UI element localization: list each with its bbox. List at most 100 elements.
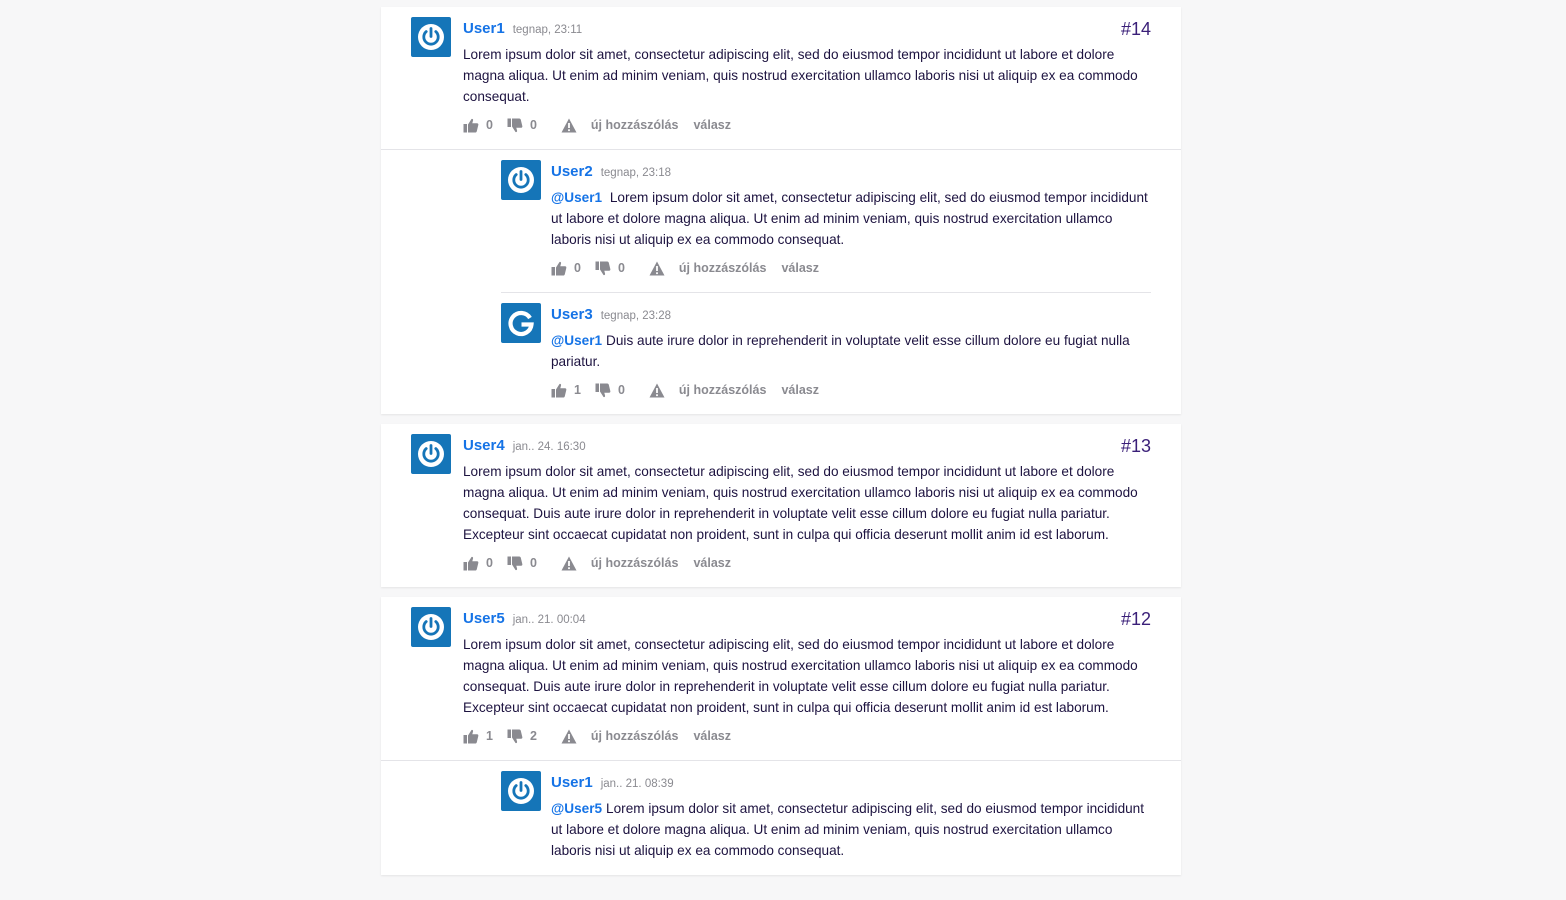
comment: #13 User4 jan.. 24. 16:30 Lorem ipsum do…: [381, 424, 1181, 587]
power-icon: [418, 614, 444, 640]
warning-icon: [649, 383, 665, 397]
avatar[interactable]: [501, 160, 541, 200]
reply: User3 tegnap, 23:28 @User1 Duis aute irur…: [501, 292, 1151, 414]
reply-link[interactable]: válasz: [693, 118, 731, 132]
thumbs-up-icon: [463, 556, 479, 570]
comment-feed: #14 User1 tegnap, 23:11 Lorem ipsum dolo…: [381, 7, 1181, 885]
dislike-button[interactable]: 0: [507, 556, 537, 571]
mention-link[interactable]: @User5: [551, 801, 602, 816]
timestamp: tegnap, 23:18: [600, 167, 672, 179]
dislike-count: 0: [617, 383, 625, 397]
thumbs-up-icon: [551, 383, 567, 397]
username[interactable]: User2: [551, 160, 593, 184]
username[interactable]: User1: [551, 771, 593, 795]
like-button[interactable]: 0: [463, 556, 493, 571]
new-post-link[interactable]: új hozzászólás: [591, 118, 679, 132]
dislike-count: 0: [529, 556, 537, 570]
username[interactable]: User5: [463, 607, 505, 631]
like-count: 0: [486, 556, 493, 570]
report-button[interactable]: [649, 261, 665, 276]
comment-text: @User1 Duis aute irure dolor in reprehend…: [551, 330, 1151, 372]
avatar[interactable]: [411, 17, 451, 57]
report-button[interactable]: [561, 118, 577, 133]
reply-link[interactable]: válasz: [781, 383, 819, 397]
comment-actions: 1 2 új hozzászólás válasz: [463, 726, 1151, 746]
dislike-count: 0: [529, 118, 537, 132]
avatar[interactable]: [501, 771, 541, 811]
dislike-count: 2: [529, 729, 537, 743]
power-icon: [418, 441, 444, 467]
comment-thread: #12 User5 jan.. 21. 00:04 Lorem ipsum do…: [381, 597, 1181, 875]
reply-link[interactable]: válasz: [693, 556, 731, 570]
reply: User2 tegnap, 23:18 @User1 Lorem ipsum d…: [501, 150, 1151, 292]
timestamp: tegnap, 23:28: [600, 310, 672, 322]
new-post-link[interactable]: új hozzászólás: [679, 383, 767, 397]
comment-actions: 0 0 új hozzászólás válasz: [551, 258, 1151, 278]
like-button[interactable]: 0: [463, 118, 493, 133]
power-icon: [508, 167, 534, 193]
like-button[interactable]: 1: [551, 383, 581, 398]
reply-link[interactable]: válasz: [781, 261, 819, 275]
new-post-link[interactable]: új hozzászólás: [591, 556, 679, 570]
dislike-button[interactable]: 0: [595, 383, 625, 398]
timestamp: jan.. 21. 08:39: [600, 778, 674, 790]
like-count: 1: [486, 729, 493, 743]
warning-icon: [561, 118, 577, 132]
thumbs-down-icon: [507, 118, 523, 132]
power-icon: [418, 24, 444, 50]
comment-text: @User5 Lorem ipsum dolor sit amet, consec…: [551, 798, 1151, 861]
like-button[interactable]: 0: [551, 261, 581, 276]
report-button[interactable]: [561, 556, 577, 571]
warning-icon: [649, 261, 665, 275]
reply-link[interactable]: válasz: [693, 729, 731, 743]
comment-actions: 1 0 új hozzászólás válasz: [551, 380, 1151, 400]
reply-text: Lorem ipsum dolor sit amet, consectetur …: [551, 801, 1145, 858]
new-post-link[interactable]: új hozzászólás: [591, 729, 679, 743]
timestamp: jan.. 21. 00:04: [512, 614, 586, 626]
thumbs-down-icon: [595, 261, 611, 275]
avatar[interactable]: [501, 303, 541, 343]
report-button[interactable]: [561, 729, 577, 744]
comment-text: Lorem ipsum dolor sit amet, consectetur …: [463, 637, 1138, 715]
warning-icon: [561, 556, 577, 570]
thumbs-up-icon: [551, 261, 567, 275]
thumbs-down-icon: [507, 556, 523, 570]
comment-thread: #13 User4 jan.. 24. 16:30 Lorem ipsum do…: [381, 424, 1181, 587]
username[interactable]: User1: [463, 17, 505, 41]
timestamp: tegnap, 23:11: [512, 24, 583, 36]
replies: User2 tegnap, 23:18 @User1 Lorem ipsum d…: [381, 149, 1181, 414]
thumbs-down-icon: [595, 383, 611, 397]
comment: #12 User5 jan.. 21. 00:04 Lorem ipsum do…: [381, 597, 1181, 760]
power-icon: [508, 778, 534, 804]
comment-number[interactable]: #14: [1121, 17, 1151, 41]
comment-text: Lorem ipsum dolor sit amet, consectetur …: [463, 464, 1138, 542]
like-count: 0: [486, 118, 493, 132]
thumbs-up-icon: [463, 118, 479, 132]
report-button[interactable]: [649, 383, 665, 398]
dislike-button[interactable]: 0: [595, 261, 625, 276]
mention-link[interactable]: @User1: [551, 190, 602, 205]
like-button[interactable]: 1: [463, 729, 493, 744]
dislike-button[interactable]: 2: [507, 729, 537, 744]
warning-icon: [561, 729, 577, 743]
new-post-link[interactable]: új hozzászólás: [679, 261, 767, 275]
comment-text: @User1 Lorem ipsum dolor sit amet, conse…: [551, 187, 1151, 250]
comment-number[interactable]: #13: [1121, 434, 1151, 458]
username[interactable]: User4: [463, 434, 505, 458]
comment-number[interactable]: #12: [1121, 607, 1151, 631]
avatar[interactable]: [411, 607, 451, 647]
comment-text: Lorem ipsum dolor sit amet, consectetur …: [463, 47, 1138, 104]
avatar[interactable]: [411, 434, 451, 474]
mention-link[interactable]: @User1: [551, 333, 602, 348]
comment-thread: #14 User1 tegnap, 23:11 Lorem ipsum dolo…: [381, 7, 1181, 414]
comment-actions: 0 0 új hozzászólás válasz: [463, 115, 1151, 135]
google-icon: [508, 310, 534, 337]
username[interactable]: User3: [551, 303, 593, 327]
like-count: 1: [574, 383, 581, 397]
dislike-button[interactable]: 0: [507, 118, 537, 133]
like-count: 0: [574, 261, 581, 275]
comment-actions: 0 0 új hozzászólás válasz: [463, 553, 1151, 573]
reply-text: Lorem ipsum dolor sit amet, consectetur …: [551, 190, 1148, 247]
thumbs-down-icon: [507, 729, 523, 743]
timestamp: jan.. 24. 16:30: [512, 441, 586, 453]
